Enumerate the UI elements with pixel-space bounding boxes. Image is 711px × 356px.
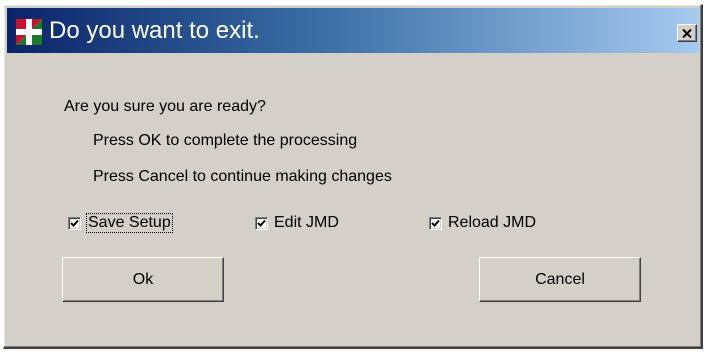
- edit-jmd-label[interactable]: Edit JMD: [274, 214, 339, 232]
- window-title: Do you want to exit.: [49, 17, 260, 44]
- cancel-button[interactable]: Cancel: [479, 257, 641, 302]
- save-setup-checkbox[interactable]: Save Setup: [68, 212, 173, 234]
- checkmark-icon: [70, 219, 79, 227]
- ok-button[interactable]: Ok: [62, 257, 224, 302]
- checkbox-box[interactable]: [255, 216, 268, 230]
- checkmark-icon: [257, 219, 266, 227]
- checkbox-box[interactable]: [429, 216, 442, 230]
- checkmark-icon: [431, 219, 440, 227]
- red-cross-app-icon: [16, 19, 42, 45]
- title-bar[interactable]: Do you want to exit.: [7, 8, 699, 53]
- close-icon: [682, 28, 692, 38]
- prompt-question: Are you sure you are ready?: [64, 98, 266, 115]
- reload-jmd-label[interactable]: Reload JMD: [448, 214, 536, 232]
- close-button[interactable]: [677, 24, 697, 42]
- save-setup-label[interactable]: Save Setup: [86, 213, 173, 233]
- edit-jmd-checkbox[interactable]: Edit JMD: [255, 212, 339, 234]
- exit-dialog: Do you want to exit. Are you sure you ar…: [3, 4, 703, 349]
- reload-jmd-checkbox[interactable]: Reload JMD: [429, 212, 536, 234]
- cancel-instruction: Press Cancel to continue making changes: [93, 168, 392, 185]
- checkbox-box[interactable]: [68, 216, 81, 230]
- ok-instruction: Press OK to complete the processing: [93, 132, 358, 149]
